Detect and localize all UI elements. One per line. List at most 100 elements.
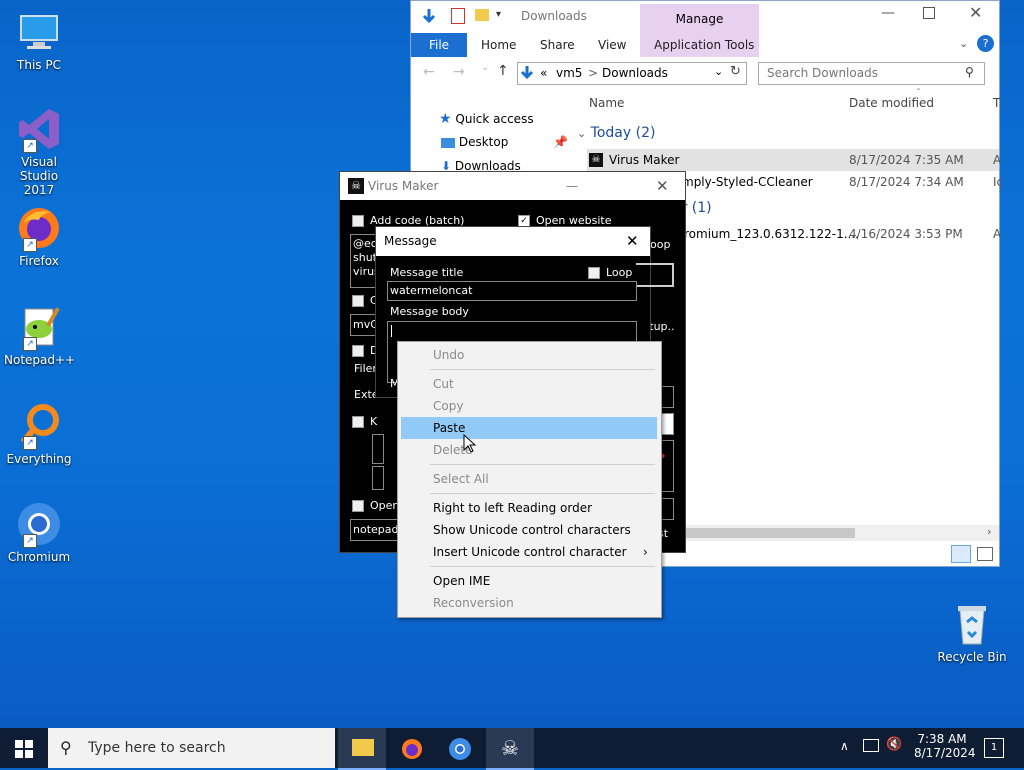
taskbar-firefox[interactable] (388, 728, 436, 768)
volume-muted-icon[interactable]: 🔇 (886, 737, 902, 752)
notepad-input[interactable]: notepad.e (350, 519, 409, 541)
file-row-virus-maker[interactable]: ☠ Virus Maker 8/17/2024 7:35 AM A (587, 149, 1001, 171)
address-bar[interactable]: « vm5 > Downloads ⌄ ↻ (517, 62, 747, 85)
window-title: Downloads (521, 9, 587, 23)
chevron-right-icon: › (643, 545, 648, 559)
menu-item-insert-unicode-control[interactable]: Insert Unicode control character › (401, 541, 657, 563)
desktop-icon-notepadpp[interactable]: ↗ Notepad++ (4, 303, 75, 367)
scroll-right-icon[interactable]: › (987, 525, 991, 538)
taskbar-chromium[interactable] (436, 728, 484, 768)
windows-start-icon[interactable] (15, 740, 33, 761)
chevron-up-icon[interactable]: ∧ (840, 739, 849, 753)
details-view-icon[interactable] (951, 545, 971, 563)
message-title-input[interactable]: watermeloncat (387, 281, 637, 301)
ribbon-expand-icon[interactable]: ⌄ (959, 37, 968, 50)
tab-file[interactable]: File (411, 33, 467, 57)
desktop-icon-label: This PC (17, 58, 61, 72)
menu-item-rtl-reading-order[interactable]: Right to left Reading order (401, 497, 657, 519)
minimize-button[interactable]: — (881, 5, 895, 21)
open-checkbox[interactable]: Open (352, 499, 399, 512)
desktop-icon-this-pc[interactable]: This PC (4, 8, 74, 72)
k-checkbox[interactable]: K (352, 415, 377, 428)
up-arrow-icon[interactable]: ↑ (497, 63, 509, 79)
minimize-button[interactable]: — (566, 172, 578, 200)
refresh-icon[interactable]: ↻ (730, 64, 741, 79)
column-header-type[interactable]: T (993, 96, 1000, 110)
folder-icon (352, 739, 374, 756)
ribbon-tabs: File Home Share View Application Tools ⌄… (411, 33, 999, 57)
star-icon: ★ (439, 111, 452, 127)
breadcrumb-overflow[interactable]: « (540, 66, 547, 80)
help-icon[interactable]: ? (977, 35, 994, 52)
desktop-icon-recycle-bin[interactable]: Recycle Bin (937, 600, 1007, 664)
address-row: ← → ⌄ ↑ « vm5 > Downloads ⌄ ↻ Search Dow… (411, 58, 999, 86)
clock[interactable]: 7:38 AM 8/17/2024 (914, 732, 976, 760)
desktop-icon-everything[interactable]: ↗ Everything (4, 402, 74, 466)
address-dropdown-icon[interactable]: ⌄ (714, 65, 723, 78)
taskbar-file-explorer[interactable] (338, 728, 386, 770)
chevron-down-icon[interactable]: ▾ (496, 9, 501, 20)
column-header-date[interactable]: Date modified (849, 96, 934, 110)
close-button[interactable]: ✕ (626, 227, 639, 256)
desktop-icon-chromium[interactable]: ↗ Chromium (4, 500, 74, 564)
back-arrow-icon[interactable]: ← (423, 64, 435, 80)
large-icons-view-icon[interactable] (977, 547, 993, 561)
desktop-icon-visual-studio[interactable]: ↗ Visual Studio 2017 (4, 105, 74, 197)
menu-item-paste[interactable]: Paste (401, 417, 657, 439)
down-arrow-icon[interactable] (421, 7, 437, 28)
file-date: 8/17/2024 7:34 AM (849, 175, 964, 189)
k-field-2[interactable] (372, 466, 384, 490)
loop-checkbox[interactable]: Loop (588, 266, 632, 279)
breadcrumb-vm5[interactable]: vm5 (556, 66, 582, 80)
menu-item-cut[interactable]: Cut (401, 373, 657, 395)
tab-share[interactable]: Share (540, 33, 575, 57)
menu-item-delete[interactable]: Delete (401, 439, 657, 461)
close-button[interactable]: ✕ (969, 3, 982, 22)
pin-icon[interactable]: 📌 (553, 135, 568, 149)
recent-dropdown-icon[interactable]: ⌄ (481, 62, 489, 73)
pirate-icon: ☠ (501, 736, 519, 760)
properties-icon[interactable] (451, 8, 465, 24)
search-input[interactable]: Search Downloads ⚲ (758, 62, 985, 85)
close-button[interactable]: ✕ (656, 172, 669, 200)
nav-label: Desktop (458, 135, 509, 149)
k-field-1[interactable] (372, 434, 384, 464)
desktop-icon-firefox[interactable]: ↗ Firefox (4, 204, 74, 268)
tab-application-tools[interactable]: Application Tools (654, 33, 754, 57)
scrollbar-thumb[interactable] (661, 528, 855, 538)
horizontal-scrollbar[interactable]: › (661, 525, 999, 541)
side-button[interactable] (636, 263, 674, 287)
desktop-icon-label: Visual Studio 2017 (19, 155, 59, 197)
network-icon[interactable] (863, 739, 879, 752)
new-folder-icon[interactable] (475, 9, 489, 21)
message-title-value: watermeloncat (390, 284, 473, 297)
location-down-icon (520, 65, 534, 84)
column-header-name[interactable]: Name (589, 96, 624, 110)
menu-item-show-unicode-control[interactable]: Show Unicode control characters (401, 519, 657, 541)
menu-item-undo[interactable]: Undo (401, 344, 657, 366)
taskbar-search-input[interactable]: ⚲ Type here to search (48, 728, 335, 768)
search-icon: ⚲ (60, 738, 72, 757)
pirate-icon: ☠ (348, 178, 364, 194)
menu-item-open-ime[interactable]: Open IME (401, 570, 657, 592)
taskbar-virus-maker[interactable]: ☠ (486, 728, 534, 770)
menu-item-reconversion[interactable]: Reconversion (401, 592, 657, 614)
nav-quick-access[interactable]: ★ Quick access (439, 111, 534, 127)
message-body-label: Message body (390, 305, 469, 318)
group-today[interactable]: ⌄ Today (2) (577, 125, 655, 141)
notification-center-icon[interactable]: 1 (984, 738, 1004, 758)
tab-home[interactable]: Home (481, 33, 516, 57)
search-icon: ⚲ (965, 65, 974, 79)
menu-item-select-all[interactable]: Select All (401, 468, 657, 490)
breadcrumb-downloads[interactable]: Downloads (602, 66, 668, 80)
forward-arrow-icon[interactable]: → (453, 64, 465, 80)
c-checkbox[interactable]: C (352, 294, 378, 307)
maximize-button[interactable] (923, 7, 935, 19)
sort-indicator-icon: ⌃ (915, 87, 922, 96)
menu-item-copy[interactable]: Copy (401, 395, 657, 417)
code-line: @ec (353, 237, 377, 250)
nav-desktop[interactable]: Desktop 📌 (441, 135, 568, 149)
file-name: mply-Styled-CCleaner (682, 175, 813, 189)
desktop-icon-label: Recycle Bin (937, 650, 1007, 664)
tab-view[interactable]: View (598, 33, 626, 57)
